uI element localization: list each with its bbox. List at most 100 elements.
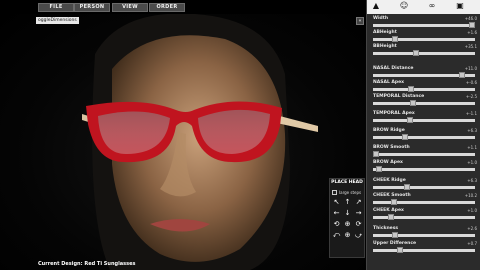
param-slider-track[interactable] [373, 119, 475, 122]
param-value: +-0.6 [465, 80, 477, 85]
param-slider-track[interactable] [373, 153, 475, 156]
param-slider-thumb[interactable] [409, 100, 416, 106]
param-slider-track[interactable] [373, 38, 475, 41]
face-model-render [82, 14, 318, 270]
param-value: +11.0 [464, 66, 477, 71]
viewport-3d[interactable]: oggleDimensions « Current Design: Red Ti… [0, 14, 366, 270]
param-row: Upper Difference +0.7 [371, 241, 479, 255]
param-slider-track[interactable] [373, 249, 475, 252]
menu-person-button[interactable]: PERSON [74, 3, 110, 12]
param-label: BROW Smooth [373, 145, 410, 150]
param-row: NASAL Distance +11.0 [371, 66, 479, 80]
panel-icon-bar: ▲ ☺ ∞ ▣ [367, 0, 480, 14]
move-left-button[interactable]: ← [332, 209, 341, 218]
param-label: CHEEK Apex [373, 208, 404, 213]
param-slider-thumb[interactable] [396, 247, 403, 253]
param-slider-track[interactable] [373, 201, 475, 204]
reset-button[interactable]: ⊕ [343, 231, 352, 240]
place-head-button-grid: ↖ ↑ ↗ ← ↓ → ⟲ ⊕ ⟳ ⤺ ⊕ ⤻ [332, 198, 364, 240]
collapse-panel-icon[interactable]: « [356, 17, 364, 25]
param-label: CHEEK Ridge [373, 178, 406, 183]
param-label: ABHeight [373, 30, 397, 35]
place-head-panel: PLACE HEAD large steps ↖ ↑ ↗ ← ↓ → ⟲ ⊕ ⟳… [329, 178, 365, 258]
param-value: +-2.5 [465, 94, 477, 99]
param-slider-track[interactable] [373, 186, 475, 189]
param-value: +1.1 [467, 145, 477, 150]
param-slider-track[interactable] [373, 234, 475, 237]
param-value: +10.2 [464, 193, 477, 198]
param-value: +1.0 [467, 160, 477, 165]
param-row: BROW Smooth +1.1 [371, 145, 479, 159]
param-slider-track[interactable] [373, 52, 475, 55]
face-icon[interactable]: ☺ [399, 1, 409, 11]
param-label: BROW Apex [373, 160, 403, 165]
param-row: TEMPORAL Apex +-1.1 [371, 111, 479, 125]
move-up-right-button[interactable]: ↗ [354, 198, 363, 207]
menu-view-button[interactable]: VIEW [112, 3, 148, 12]
param-row: NASAL Apex +-0.6 [371, 80, 479, 94]
param-slider-thumb[interactable] [391, 199, 398, 205]
move-up-left-button[interactable]: ↖ [332, 198, 341, 207]
param-row: BBHeight +35.1 [371, 44, 479, 58]
param-slider-thumb[interactable] [392, 232, 399, 238]
param-value: +6.3 [467, 178, 477, 183]
param-label: BROW Ridge [373, 128, 405, 133]
param-slider-track[interactable] [373, 136, 475, 139]
param-row: BROW Apex +1.0 [371, 160, 479, 174]
param-row: Thickness +2.6 [371, 226, 479, 240]
place-head-title: PLACE HEAD [331, 180, 363, 185]
param-row: ABHeight +1.6 [371, 30, 479, 44]
param-label: Thickness [373, 226, 399, 231]
toggle-dimensions-chip[interactable]: oggleDimensions [36, 17, 79, 24]
param-row: CHEEK Smooth +10.2 [371, 193, 479, 207]
param-slider-thumb[interactable] [458, 72, 465, 78]
move-down-button[interactable]: ↓ [343, 209, 352, 218]
param-slider-thumb[interactable] [468, 22, 475, 28]
param-row: BROW Ridge +6.3 [371, 128, 479, 142]
menu-order-button[interactable]: ORDER [149, 3, 185, 12]
move-right-button[interactable]: → [354, 209, 363, 218]
param-label: NASAL Distance [373, 66, 414, 71]
glasses-icon[interactable]: ∞ [427, 1, 437, 11]
rotate-left-button[interactable]: ⟲ [332, 220, 341, 229]
large-steps-label: large steps [339, 190, 362, 195]
param-value: +1.6 [467, 30, 477, 35]
param-slider-thumb[interactable] [403, 184, 410, 190]
rotate-right-button[interactable]: ⟳ [354, 220, 363, 229]
param-slider-thumb[interactable] [401, 134, 408, 140]
hat-icon[interactable]: ▲ [371, 1, 381, 11]
param-slider-track[interactable] [373, 102, 475, 105]
param-value: +6.3 [467, 128, 477, 133]
param-row: TEMPORAL Distance +-2.5 [371, 94, 479, 108]
menu-file-button[interactable]: FILE [38, 3, 74, 12]
param-value: +1.0 [467, 208, 477, 213]
current-design-status: Current Design: Red Ti Sunglasses [38, 261, 136, 267]
param-slider-thumb[interactable] [406, 117, 413, 123]
param-label: TEMPORAL Distance [373, 94, 425, 99]
param-value: +2.6 [467, 226, 477, 231]
param-slider-thumb[interactable] [412, 50, 419, 56]
param-row: Width +46.0 [371, 16, 479, 30]
param-label: Upper Difference [373, 241, 417, 246]
param-slider-track[interactable] [373, 168, 475, 171]
param-row: CHEEK Apex +1.0 [371, 208, 479, 222]
param-slider-thumb[interactable] [388, 214, 395, 220]
param-slider-track[interactable] [373, 24, 475, 27]
center-button[interactable]: ⊕ [343, 220, 352, 229]
tilt-left-button[interactable]: ⤺ [332, 231, 341, 240]
tilt-right-button[interactable]: ⤻ [354, 231, 363, 240]
param-slider-thumb[interactable] [407, 86, 414, 92]
param-value: +46.0 [464, 16, 477, 21]
param-value: +0.7 [467, 241, 477, 246]
frame-icon[interactable]: ▣ [455, 1, 465, 11]
param-value: +-1.1 [465, 111, 477, 116]
param-slider-track[interactable] [373, 88, 475, 91]
large-steps-checkbox[interactable] [332, 190, 337, 195]
param-slider-thumb[interactable] [373, 151, 380, 157]
param-label: Width [373, 16, 389, 21]
param-slider-thumb[interactable] [392, 36, 399, 42]
param-label: TEMPORAL Apex [373, 111, 415, 116]
move-up-button[interactable]: ↑ [343, 198, 352, 207]
param-slider-thumb[interactable] [376, 166, 383, 172]
param-label: BBHeight [373, 44, 397, 49]
